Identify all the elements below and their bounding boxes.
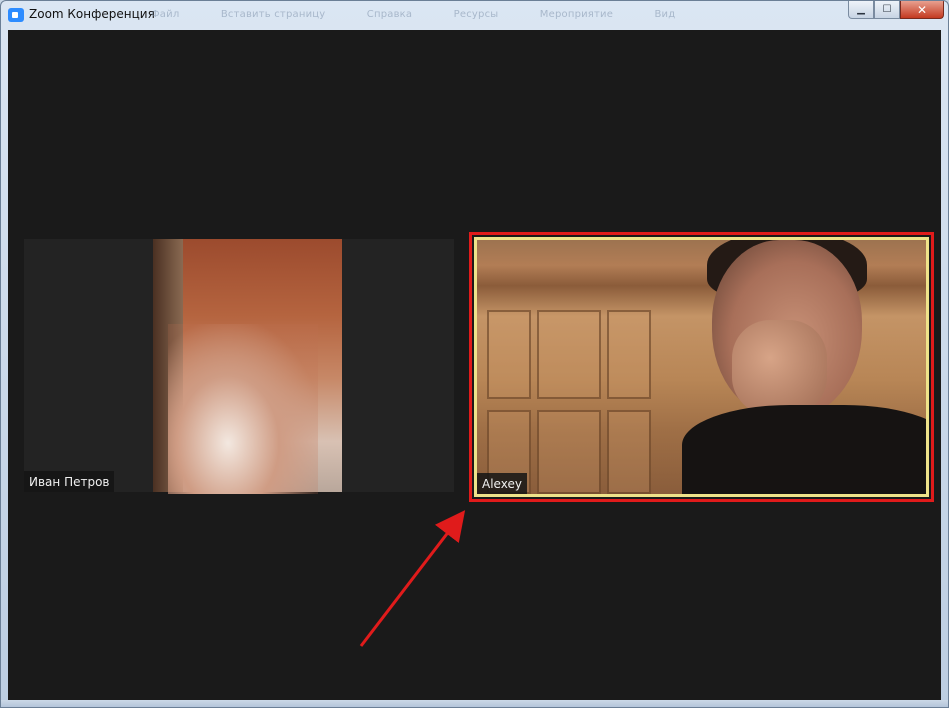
title-bar[interactable]: Zoom Конференция Файл Вставить страницу … xyxy=(1,1,948,30)
ghost-menu-item: Ресурсы xyxy=(453,9,499,20)
minimize-button[interactable]: ▁ xyxy=(848,1,874,19)
ghost-menu-bar: Файл Вставить страницу Справка Ресурсы М… xyxy=(151,9,713,20)
participant-name-label: Alexey xyxy=(477,473,527,494)
zoom-window: Zoom Конференция Файл Вставить страницу … xyxy=(0,0,949,708)
ghost-menu-item: Вид xyxy=(654,9,676,20)
ghost-menu-item: Мероприятие xyxy=(539,9,614,20)
meeting-stage: Иван Петров Alexey xyxy=(8,30,941,702)
ghost-menu-item: Справка xyxy=(366,9,413,20)
maximize-button[interactable]: ☐ xyxy=(874,1,900,19)
ghost-menu-item: Вставить страницу xyxy=(220,9,326,20)
ghost-menu-item: Файл xyxy=(151,9,180,20)
window-title: Zoom Конференция xyxy=(29,7,155,21)
zoom-app-icon xyxy=(8,8,24,22)
annotation-arrow-icon xyxy=(359,510,466,647)
caption-buttons: ▁ ☐ ✕ xyxy=(848,1,944,20)
close-button[interactable]: ✕ xyxy=(900,1,944,19)
window-bottom-border xyxy=(1,700,948,707)
